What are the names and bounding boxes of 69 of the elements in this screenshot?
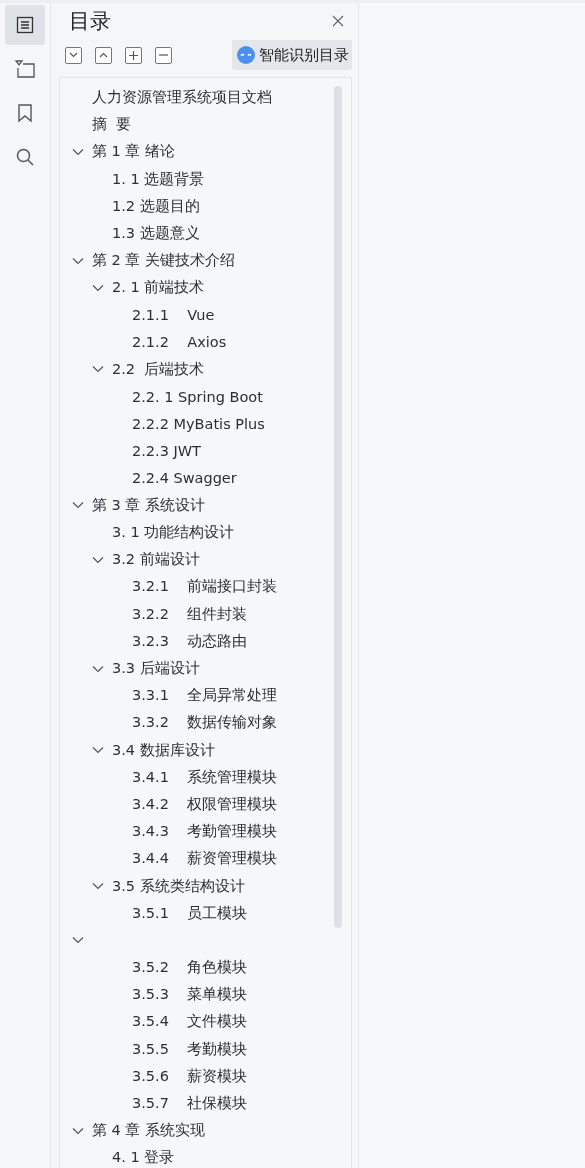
- chevron-icon: [72, 501, 84, 510]
- toc-entry[interactable]: 第 4 章 系统实现: [92, 1121, 206, 1141]
- outline-icon: [14, 59, 36, 79]
- toc-entry[interactable]: 2.1.2 Axios: [132, 334, 227, 351]
- chevron-icon: [72, 936, 84, 945]
- toc-entry[interactable]: 2.1.1 Vue: [132, 307, 215, 324]
- toc-entry[interactable]: 3.3 后端设计: [112, 659, 200, 679]
- toc-entry[interactable]: 第 1 章 绪论: [92, 142, 176, 162]
- chevron-icon: [92, 882, 104, 891]
- chevron-down-icon: [69, 52, 78, 58]
- toc-entry[interactable]: 3.4.1 系统管理模块: [132, 767, 278, 787]
- toc-entry[interactable]: 2.2.2 MyBatis Plus: [132, 415, 265, 432]
- smart-toc-button[interactable]: 智能识别目录: [232, 40, 352, 70]
- toc-entry[interactable]: 3.2.3 动态路由: [132, 631, 248, 651]
- expand-all-button[interactable]: [125, 46, 142, 64]
- chevron-icon: [92, 746, 104, 755]
- toc-entry[interactable]: 2.2 后端技术: [112, 359, 205, 379]
- toc-entry[interactable]: 3.4 数据库设计: [112, 740, 215, 760]
- toc-entry[interactable]: 3.5.1 员工模块: [132, 903, 248, 923]
- toc-entry[interactable]: 2.2.3 JWT: [132, 443, 201, 460]
- plus-icon: [129, 50, 138, 60]
- toc-entry[interactable]: 3.3.1 全局异常处理: [132, 686, 278, 706]
- toc-entry[interactable]: 3.5.3 菜单模块: [132, 985, 248, 1005]
- toc-entry[interactable]: 3.2.2 组件封装: [132, 604, 248, 624]
- chevron-icon: [72, 256, 84, 265]
- chevron-up-icon: [99, 52, 108, 58]
- face-bubble-icon: [237, 46, 255, 64]
- document-list-icon: [15, 15, 35, 35]
- toc-entry[interactable]: 3.5.7 社保模块: [132, 1094, 248, 1114]
- toc-entry[interactable]: 3.4.4 薪资管理模块: [132, 849, 278, 869]
- toc-entry[interactable]: 摘 要: [92, 115, 132, 135]
- toc-entry[interactable]: 3.5.4 文件模块: [132, 1012, 248, 1032]
- minus-icon: [159, 54, 168, 56]
- expand-down-button[interactable]: [65, 46, 82, 64]
- toc-entry[interactable]: 1.3 选题意义: [112, 224, 200, 244]
- toc-entry[interactable]: 3.5.2 角色模块: [132, 958, 248, 978]
- collapse-all-button[interactable]: [155, 46, 172, 64]
- toc-entry[interactable]: 第 3 章 系统设计: [92, 495, 206, 515]
- toc-entry[interactable]: 1. 1 选题背景: [112, 169, 205, 189]
- toc-entry[interactable]: 人力资源管理系统项目文档: [92, 88, 272, 108]
- chevron-icon: [72, 1126, 84, 1135]
- toc-entry[interactable]: 3.4.3 考勤管理模块: [132, 822, 278, 842]
- chevron-icon: [72, 147, 84, 156]
- toc-entry[interactable]: 3.2.1 前端接口封装: [132, 577, 278, 597]
- toc-entry[interactable]: 3.5 系统类结构设计: [112, 876, 245, 896]
- toc-entry[interactable]: 3.5.6 薪资模块: [132, 1066, 248, 1086]
- collapse-up-button[interactable]: [95, 46, 112, 64]
- scrollbar-thumb[interactable]: [334, 86, 342, 928]
- close-button[interactable]: [332, 15, 344, 27]
- toc-entry[interactable]: 3.2 前端设计: [112, 550, 200, 570]
- chevron-icon: [92, 283, 104, 292]
- contents-tab[interactable]: [5, 5, 45, 45]
- chevron-icon: [92, 664, 104, 673]
- bookmark-icon: [17, 103, 33, 123]
- toc-entry[interactable]: 3.5.5 考勤模块: [132, 1039, 248, 1059]
- toc-entry[interactable]: 4. 1 登录: [112, 1148, 175, 1168]
- chevron-icon: [92, 555, 104, 564]
- toc-entry[interactable]: 3. 1 功能结构设计: [112, 523, 235, 543]
- toc-entry[interactable]: 2.2.4 Swagger: [132, 470, 237, 487]
- toc-entry[interactable]: 3.3.2 数据传输对象: [132, 713, 278, 733]
- search-icon: [15, 147, 35, 167]
- toc-entry[interactable]: 2. 1 前端技术: [112, 278, 205, 298]
- chevron-icon: [92, 365, 104, 374]
- toc-entry[interactable]: 1.2 选题目的: [112, 196, 200, 216]
- close-icon: [332, 15, 344, 27]
- panel-title: 目录: [69, 8, 111, 35]
- toc-entry[interactable]: 3.4.2 权限管理模块: [132, 794, 278, 814]
- toc-entry[interactable]: 2.2. 1 Spring Boot: [132, 388, 263, 405]
- toc-entry[interactable]: 第 2 章 关键技术介绍: [92, 251, 236, 271]
